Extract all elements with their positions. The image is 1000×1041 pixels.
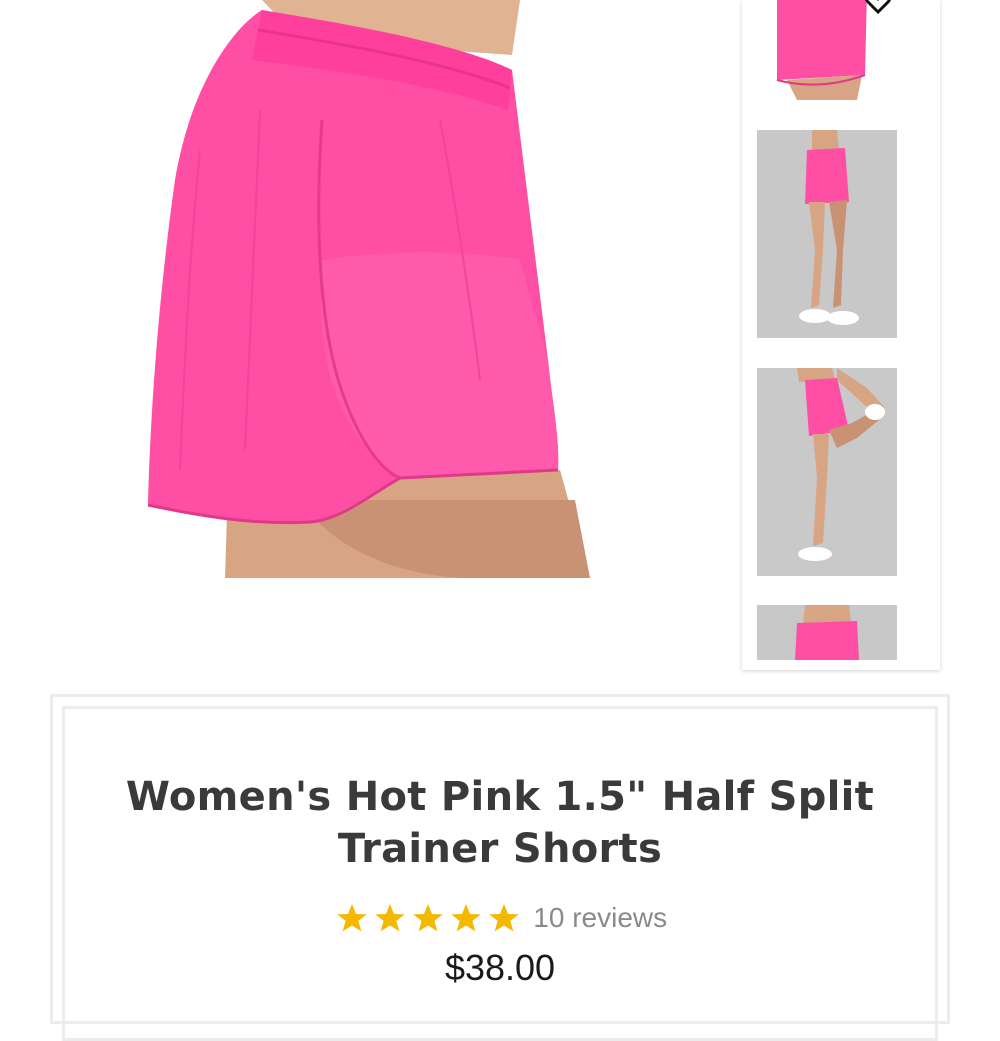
product-title: Women's Hot Pink 1.5" Half Split Trainer…: [125, 774, 875, 872]
main-product-image[interactable]: [0, 0, 730, 680]
star-icon: [413, 904, 443, 932]
star-icon: [375, 904, 405, 932]
thumbnail-4[interactable]: [757, 605, 897, 660]
thumbnail-photo-2: [757, 130, 897, 338]
product-photo: [147, 0, 590, 578]
thumbnail-photo-4: [757, 605, 897, 660]
star-icon: [489, 904, 519, 932]
thumbnail-photo-1: [776, 0, 867, 100]
thumbnail-strip[interactable]: [742, 0, 940, 670]
thumbnail-2[interactable]: [757, 130, 897, 338]
product-price: $38.00: [444, 947, 556, 988]
rating-row[interactable]: 10 reviews: [65, 902, 935, 938]
heart-icon[interactable]: [864, 0, 892, 15]
thumbnail-1[interactable]: [757, 0, 897, 100]
thumbnail-3[interactable]: [757, 368, 897, 576]
star-icon: [451, 904, 481, 932]
star-icon: [337, 904, 367, 932]
review-count-link[interactable]: 10 reviews: [533, 902, 667, 934]
thumbnail-photo-3: [757, 368, 897, 576]
product-info-card: Women's Hot Pink 1.5" Half Split Trainer…: [50, 694, 950, 1041]
product-info-inner-border: Women's Hot Pink 1.5" Half Split Trainer…: [62, 706, 938, 1041]
